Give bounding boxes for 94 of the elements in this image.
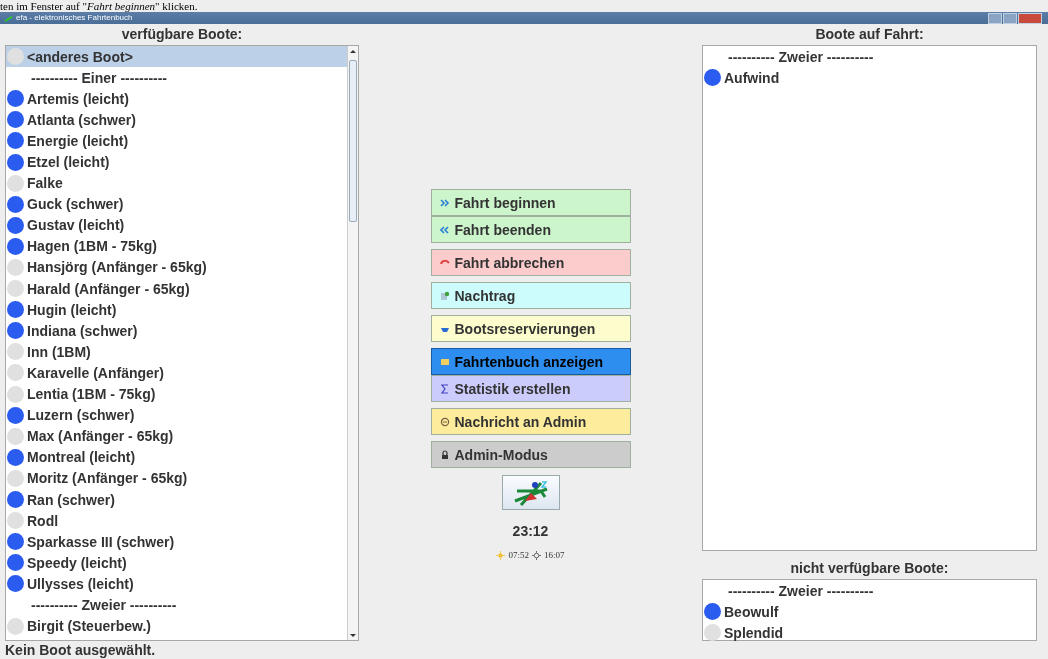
boat-name: Falke: [27, 175, 63, 192]
action-button[interactable]: Statistik erstellen: [430, 375, 631, 402]
maximize-button[interactable]: [1003, 12, 1017, 24]
boat-item[interactable]: Atlanta (schwer): [6, 109, 347, 131]
boat-item[interactable]: Rodl: [6, 510, 347, 532]
boat-name: Beowulf: [724, 603, 779, 620]
boat-item[interactable]: Falke: [6, 172, 347, 194]
list-heading: verfügbare Boote:: [120, 25, 244, 44]
boat-name: Birgit (Steuerbew.): [27, 618, 151, 635]
boat-item[interactable]: Harald (Anfänger - 65kg): [6, 278, 347, 300]
boat-item[interactable]: Ullysses (leicht): [6, 573, 347, 595]
boat-item[interactable]: Birgit (Steuerbew.): [6, 615, 347, 637]
boat-name: Montreal (leicht): [27, 449, 136, 466]
boat-name: Guck (schwer): [27, 196, 124, 213]
group-header: ---------- Einer ----------: [31, 69, 168, 86]
group-header: ---------- Zweier ----------: [728, 582, 874, 599]
boat-item[interactable]: Hansjörg (Anfänger - 65kg): [6, 256, 347, 279]
sunrise-time: 07:52: [508, 550, 529, 560]
boat-item[interactable]: Lentia (1BM - 75kg): [6, 383, 347, 405]
boat-item[interactable]: Ran (schwer): [6, 488, 347, 511]
boat-name: Harald (Anfänger - 65kg): [27, 280, 190, 297]
boat-name: Hugin (leicht): [27, 301, 117, 318]
boat-item[interactable]: Max (Anfänger - 65kg): [6, 425, 347, 447]
scrollbar[interactable]: [347, 46, 358, 640]
action-button[interactable]: Fahrt beginnen: [430, 189, 631, 216]
boat-name: Sparkasse III (schwer): [27, 533, 175, 550]
boat-name: Rodl: [27, 512, 59, 529]
boat-name: Hagen (1BM - 75kg): [27, 238, 157, 255]
boat-item[interactable]: Artemis (leicht): [6, 88, 347, 110]
boat-item[interactable]: Aufwind: [703, 67, 1036, 89]
logo-button[interactable]: [501, 475, 560, 510]
boat-name: Luzern (schwer): [27, 407, 135, 424]
boat-item[interactable]: Inn (1BM): [6, 341, 347, 363]
sun-icon: [496, 550, 506, 560]
action-button[interactable]: Nachricht an Admin: [430, 408, 631, 435]
boat-name: Splendid: [724, 624, 784, 641]
group-row[interactable]: ---------- Zweier ----------: [703, 46, 1036, 68]
boat-name: Max (Anfänger - 65kg): [27, 428, 174, 445]
boat-name: Artemis (leicht): [27, 90, 129, 107]
group-row[interactable]: ---------- Zweier ----------: [703, 580, 1036, 602]
stats-icon: [439, 383, 450, 394]
boat-item[interactable]: Indiana (schwer): [6, 320, 347, 342]
boat-item[interactable]: Guck (schwer): [6, 193, 347, 215]
boat-item[interactable]: Hugin (leicht): [6, 299, 347, 321]
action-button[interactable]: Admin-Modus: [430, 441, 631, 468]
minimize-button[interactable]: [988, 12, 1002, 24]
boat-name: Karavelle (Anfänger): [27, 364, 164, 381]
boat-name: Ran (schwer): [27, 491, 115, 508]
list-heading: nicht verfügbare Boote:: [789, 559, 950, 578]
boat-item[interactable]: Sparkasse III (schwer): [6, 531, 347, 553]
boat-item[interactable]: Gustav (leicht): [6, 214, 347, 236]
boat-name: Gustav (leicht): [27, 217, 125, 234]
boat-item[interactable]: Luzern (schwer): [6, 404, 347, 426]
action-button[interactable]: Fahrtenbuch anzeigen: [430, 348, 631, 375]
boat-name: Hansjörg (Anfänger - 65kg): [27, 259, 207, 276]
boat-name: Inn (1BM): [27, 343, 91, 360]
boat-name: Lentia (1BM - 75kg): [27, 386, 156, 403]
boat-name: Energie (leicht): [27, 132, 129, 149]
boat-item[interactable]: <anderes Boot>: [6, 46, 347, 68]
document-caption: ten im Fenster auf "Fahrt beginnen" klicken.: [0, 0, 199, 12]
action-button[interactable]: Fahrt abbrechen: [430, 249, 631, 276]
boat-item[interactable]: Montreal (leicht): [6, 446, 347, 468]
action-button[interactable]: Fahrt beenden: [430, 216, 631, 243]
app-icon: [4, 13, 13, 23]
group-row[interactable]: ---------- Zweier ----------: [6, 594, 347, 616]
boat-name: Moritz (Anfänger - 65kg): [27, 470, 188, 487]
boat-name: Atlanta (schwer): [27, 111, 136, 128]
close-button[interactable]: [1018, 12, 1042, 24]
window-title: efa - elektronisches Fahrtenbuch: [16, 13, 133, 23]
boat-name: Indiana (schwer): [27, 322, 138, 339]
scroll-thumb[interactable]: [349, 60, 357, 222]
boat-name: Ullysses (leicht): [27, 575, 134, 592]
boat-item[interactable]: Hagen (1BM - 75kg): [6, 235, 347, 257]
boat-item[interactable]: Etzel (leicht): [6, 151, 347, 173]
group-header: ---------- Zweier ----------: [728, 48, 874, 65]
boat-name: Etzel (leicht): [27, 154, 110, 170]
boat-name: <anderes Boot>: [27, 48, 133, 65]
boat-item[interactable]: Karavelle (Anfänger): [6, 362, 347, 384]
boat-name: Aufwind: [724, 69, 780, 86]
sun-icon: [532, 550, 541, 560]
boat-item[interactable]: Moritz (Anfänger - 65kg): [6, 467, 347, 489]
boat-item[interactable]: Energie (leicht): [6, 130, 347, 152]
boat-item[interactable]: Splendid: [703, 622, 1036, 644]
status-text: Kein Boot ausgewählt.: [5, 641, 156, 659]
action-button[interactable]: Nachtrag: [430, 282, 631, 309]
boat-name: Speedy (leicht): [27, 554, 127, 571]
boat-item[interactable]: Beowulf: [703, 601, 1036, 623]
clock-time: 23:12: [512, 523, 549, 539]
action-button[interactable]: Bootsreservierungen: [430, 315, 631, 342]
group-header: ---------- Zweier ----------: [31, 597, 177, 613]
list-heading: Boote auf Fahrt:: [814, 25, 925, 44]
sunset-time: 16:07: [544, 550, 565, 560]
boat-item[interactable]: Speedy (leicht): [6, 552, 347, 574]
group-row[interactable]: ---------- Einer ----------: [6, 67, 347, 89]
